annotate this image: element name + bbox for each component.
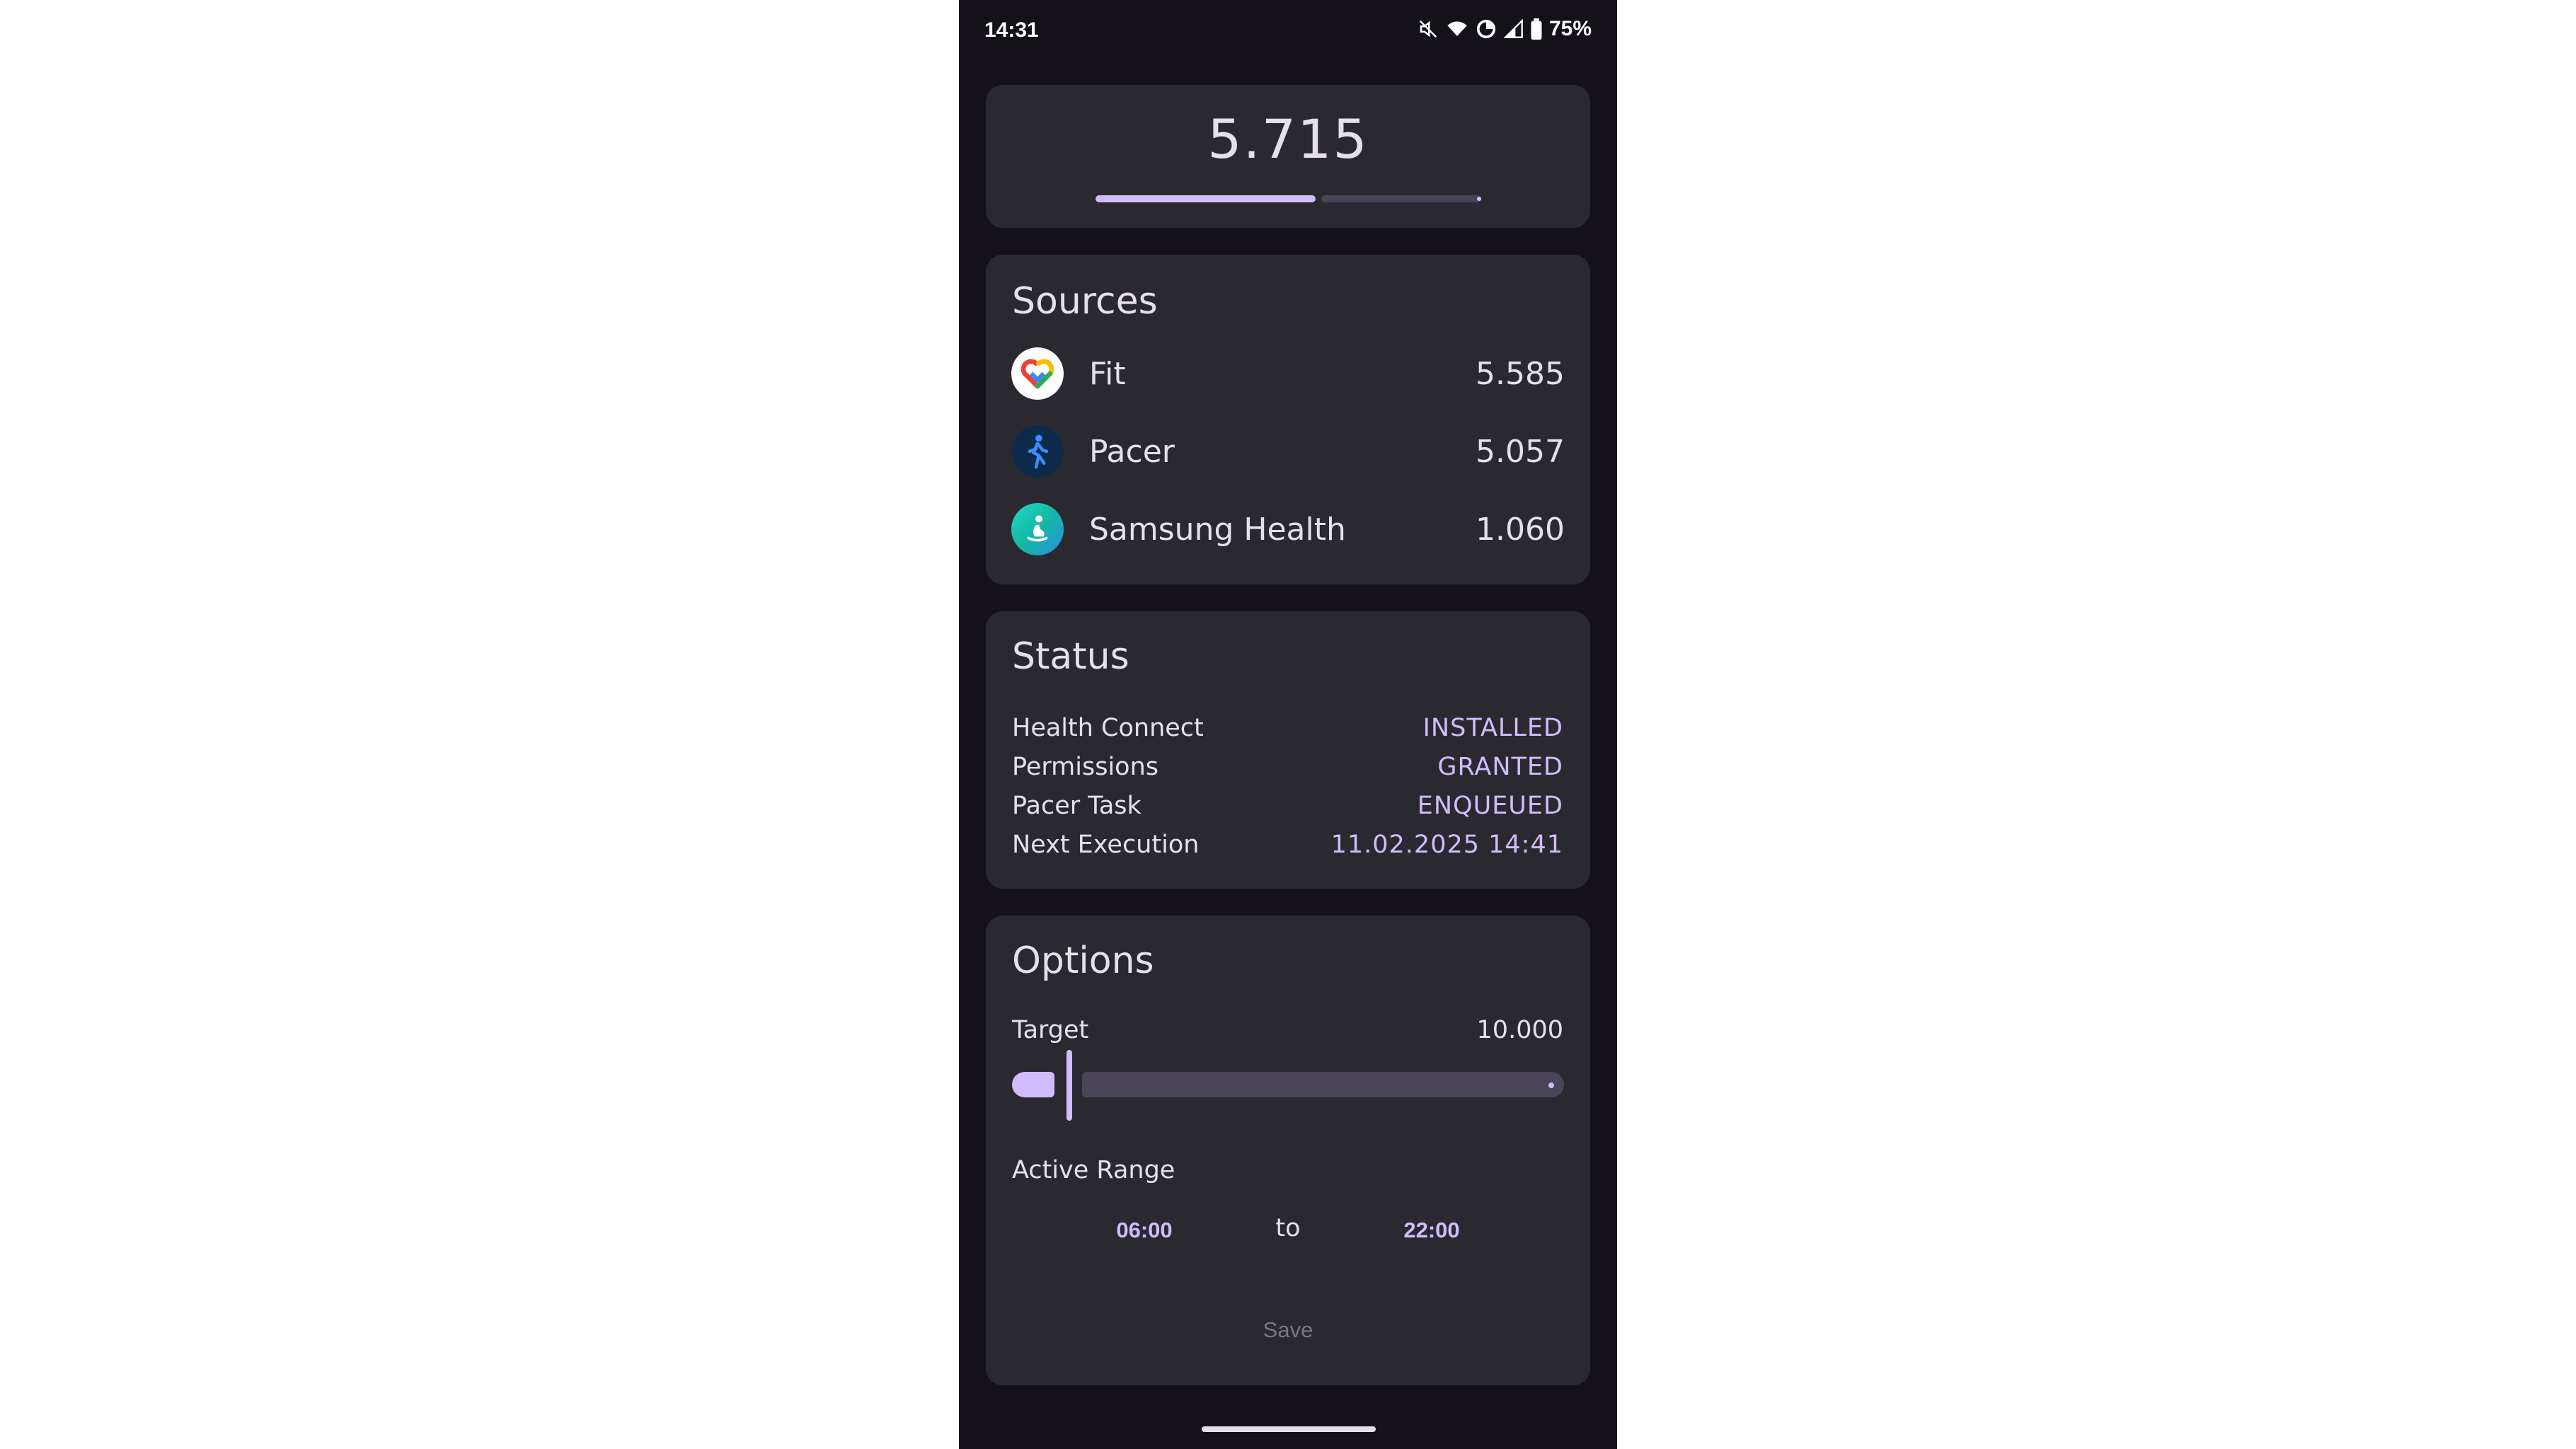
sources-card: Sources Fit 5.585 Pacer 5.057 Samsung He… <box>986 255 1590 584</box>
signal-icon <box>1503 19 1524 39</box>
battery-icon <box>1531 18 1542 40</box>
slider-active-track <box>1012 1072 1054 1097</box>
options-card: Options Target 10.000 Active Range 06:00… <box>986 916 1590 1385</box>
battery-percentage: 75% <box>1548 17 1592 40</box>
google-fit-icon <box>1011 347 1064 400</box>
status-value: INSTALLED <box>1422 714 1563 742</box>
progress-fill <box>1096 195 1316 202</box>
status-row-next-execution: Next Execution 11.02.2025 14:41 <box>1012 827 1563 862</box>
mute-icon <box>1418 18 1439 40</box>
progress-remaining <box>1321 195 1481 202</box>
target-slider[interactable] <box>1012 1050 1564 1121</box>
options-title: Options <box>1012 940 1154 982</box>
save-button[interactable]: Save <box>1214 1303 1362 1357</box>
status-icons: 75% <box>1418 17 1592 41</box>
steps-summary-card: 5.715 <box>986 85 1590 228</box>
source-name: Fit <box>1089 355 1126 392</box>
slider-inactive-track <box>1082 1072 1564 1097</box>
status-bar: 14:31 75% <box>959 0 1617 62</box>
status-label: Permissions <box>1012 753 1159 781</box>
steps-progress-bar <box>1096 195 1481 202</box>
status-row-health-connect: Health Connect INSTALLED <box>1012 710 1563 746</box>
status-label: Pacer Task <box>1012 792 1142 820</box>
target-row: Target 10.000 <box>1012 1016 1563 1044</box>
progress-end-dot <box>1477 197 1481 201</box>
pacer-icon <box>1011 425 1064 478</box>
active-range-label: Active Range <box>1012 1156 1175 1184</box>
steps-total: 5.715 <box>1207 108 1369 171</box>
wifi-icon <box>1446 18 1468 40</box>
source-row-pacer[interactable]: Pacer 5.057 <box>1011 423 1565 480</box>
phone-screen: 14:31 75% 5.715 Sources Fit 5.585 Pacer … <box>959 0 1617 1449</box>
data-saver-icon <box>1476 18 1497 40</box>
status-label: Health Connect <box>1012 714 1204 742</box>
source-row-samsung-health[interactable]: Samsung Health 1.060 <box>1011 501 1565 558</box>
source-steps: 5.585 <box>1476 355 1565 392</box>
source-steps: 5.057 <box>1476 433 1565 470</box>
target-label: Target <box>1012 1016 1089 1044</box>
to-label: to <box>1275 1214 1301 1242</box>
source-row-fit[interactable]: Fit 5.585 <box>1011 345 1565 402</box>
status-label: Next Execution <box>1012 831 1200 859</box>
target-value: 10.000 <box>1476 1016 1563 1044</box>
source-name: Pacer <box>1089 433 1175 470</box>
status-row-pacer-task: Pacer Task ENQUEUED <box>1012 788 1563 824</box>
slider-stop-indicator <box>1548 1083 1554 1088</box>
source-name: Samsung Health <box>1089 511 1346 548</box>
source-steps: 1.060 <box>1476 511 1565 548</box>
slider-thumb[interactable] <box>1066 1050 1072 1121</box>
status-value: ENQUEUED <box>1417 792 1563 820</box>
to-time-button[interactable]: 22:00 <box>1372 1207 1492 1254</box>
status-row-permissions: Permissions GRANTED <box>1012 749 1563 785</box>
status-time: 14:31 <box>984 18 1039 42</box>
status-value: GRANTED <box>1437 753 1563 781</box>
status-title: Status <box>1012 635 1129 678</box>
status-value: 11.02.2025 14:41 <box>1330 831 1563 859</box>
home-indicator[interactable] <box>1202 1426 1376 1432</box>
sources-title: Sources <box>1012 280 1158 323</box>
samsung-health-icon <box>1011 503 1064 555</box>
status-card: Status Health Connect INSTALLED Permissi… <box>986 611 1590 889</box>
